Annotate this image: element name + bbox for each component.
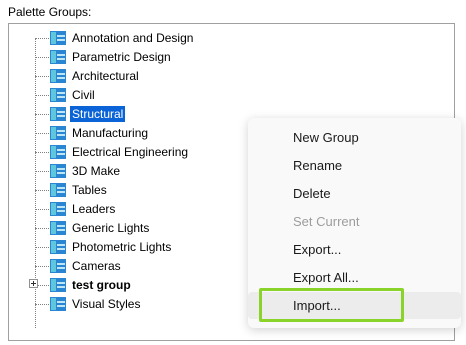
tree-item-label: test group bbox=[72, 278, 131, 292]
tree-connector bbox=[35, 190, 49, 191]
tree-item-label: Visual Styles bbox=[72, 297, 141, 311]
menu-item-export[interactable]: Export... bbox=[248, 236, 461, 263]
menu-item-label: Export... bbox=[293, 242, 342, 257]
menu-item-new-group[interactable]: New Group bbox=[248, 124, 461, 151]
tree-item-label-selected: Structural bbox=[70, 106, 126, 122]
palette-icon bbox=[50, 278, 66, 292]
tree-item-label: Leaders bbox=[72, 202, 116, 216]
tree-connector bbox=[35, 171, 49, 172]
tree-item-label: Architectural bbox=[72, 69, 139, 83]
menu-item-export-all[interactable]: Export All... bbox=[248, 264, 461, 291]
menu-item-label: Delete bbox=[293, 186, 331, 201]
palette-icon bbox=[50, 202, 66, 216]
palette-icon bbox=[50, 259, 66, 273]
menu-item-delete[interactable]: Delete bbox=[248, 180, 461, 207]
tree-item-label: Civil bbox=[72, 88, 95, 102]
palette-icon bbox=[50, 297, 66, 311]
tree-connector bbox=[35, 304, 49, 305]
tree-connector bbox=[35, 209, 49, 210]
tree-item-civil[interactable]: Civil bbox=[9, 86, 309, 105]
context-menu: New Group Rename Delete Set Current Expo… bbox=[248, 118, 461, 328]
tree-connector bbox=[35, 38, 49, 39]
tree-connector bbox=[35, 247, 49, 248]
menu-item-label: Export All... bbox=[293, 270, 359, 285]
menu-item-label: Rename bbox=[293, 158, 343, 173]
menu-item-rename[interactable]: Rename bbox=[248, 152, 461, 179]
menu-item-label: New Group bbox=[293, 130, 359, 145]
palette-icon bbox=[50, 240, 66, 254]
tree-item-label: Annotation and Design bbox=[72, 31, 194, 45]
tree-item-label: Photometric Lights bbox=[72, 240, 172, 254]
tree-connector bbox=[35, 114, 49, 115]
tree-item-label: Electrical Engineering bbox=[72, 145, 189, 159]
palette-groups-heading: Palette Groups: bbox=[8, 5, 92, 19]
palette-icon bbox=[50, 221, 66, 235]
menu-item-set-current: Set Current bbox=[248, 208, 461, 235]
palette-icon bbox=[50, 164, 66, 178]
tree-item-label: 3D Make bbox=[72, 164, 121, 178]
tree-connector bbox=[35, 95, 49, 96]
palette-icon bbox=[50, 145, 66, 159]
tree-item-annotation-and-design[interactable]: Annotation and Design bbox=[9, 29, 309, 48]
menu-item-label: Set Current bbox=[293, 214, 360, 229]
palette-icon bbox=[50, 31, 66, 45]
tree-connector bbox=[35, 133, 49, 134]
tree-connector bbox=[35, 228, 49, 229]
tree-item-parametric-design[interactable]: Parametric Design bbox=[9, 48, 309, 67]
palette-icon bbox=[50, 183, 66, 197]
tree-connector bbox=[35, 152, 49, 153]
menu-item-import[interactable]: Import... bbox=[248, 292, 461, 319]
plus-box-icon[interactable] bbox=[29, 279, 38, 288]
tree-item-label: Cameras bbox=[72, 259, 121, 273]
tree-item-architectural[interactable]: Architectural bbox=[9, 67, 309, 86]
tree-connector bbox=[35, 76, 49, 77]
palette-icon bbox=[50, 107, 66, 121]
menu-item-label: Import... bbox=[293, 298, 341, 313]
tree-connector bbox=[35, 57, 49, 58]
tree-item-label: Manufacturing bbox=[72, 126, 149, 140]
palette-icon bbox=[50, 126, 66, 140]
palette-icon bbox=[50, 69, 66, 83]
palette-icon bbox=[50, 88, 66, 102]
tree-item-label: Parametric Design bbox=[72, 50, 171, 64]
tree-item-label: Tables bbox=[72, 183, 107, 197]
tree-item-label: Generic Lights bbox=[72, 221, 150, 235]
palette-icon bbox=[50, 50, 66, 64]
tree-connector bbox=[35, 266, 49, 267]
